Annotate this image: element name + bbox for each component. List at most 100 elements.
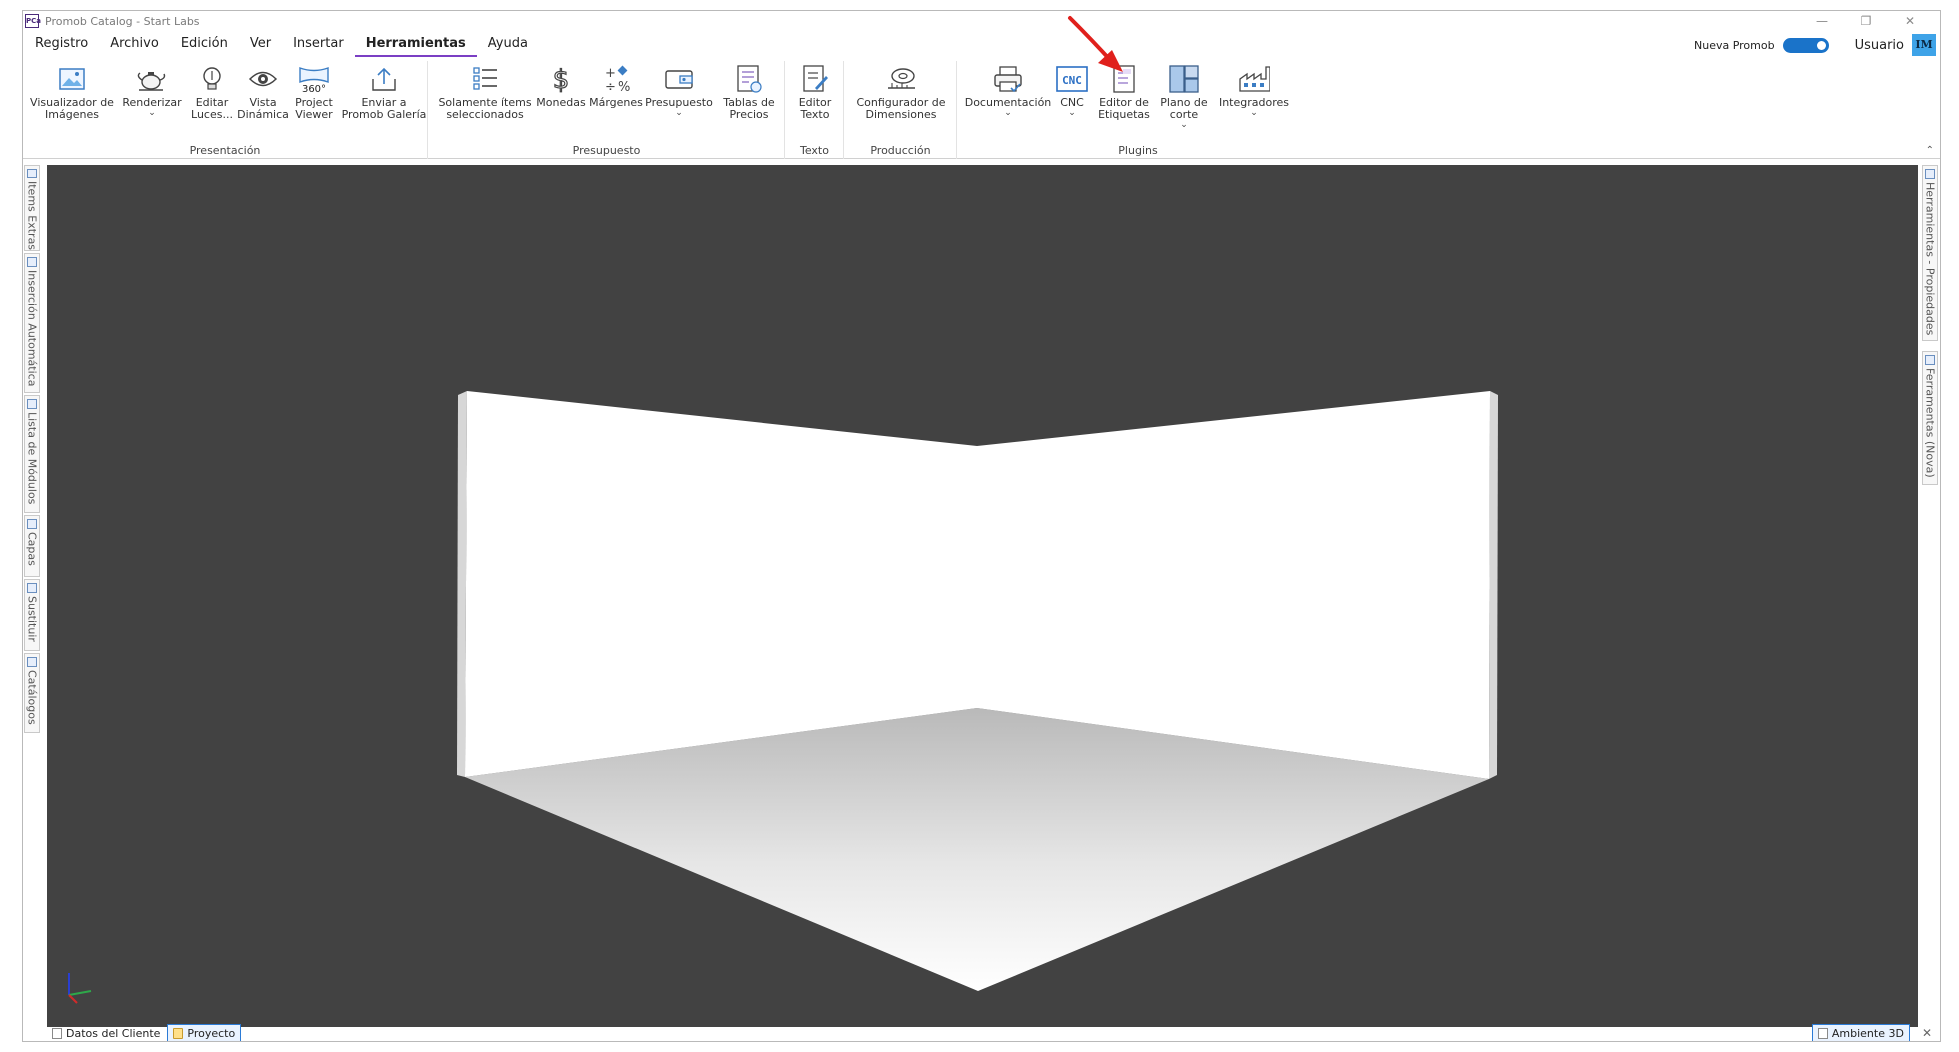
- chevron-down-icon: ⌄: [1250, 108, 1258, 118]
- svg-text:$: $: [553, 65, 570, 94]
- project-viewer-button[interactable]: 360° Project Viewer: [289, 63, 339, 121]
- presupuesto-button[interactable]: Presupuesto ⌄: [643, 63, 715, 118]
- menu-ayuda[interactable]: Ayuda: [477, 33, 539, 57]
- teapot-icon: [136, 63, 168, 95]
- close-view-button[interactable]: ✕: [1922, 1026, 1932, 1040]
- svg-text:%: %: [618, 80, 630, 94]
- tab-label: Herramientas - Propiedades: [1923, 182, 1937, 336]
- avatar[interactable]: IM: [1912, 34, 1936, 56]
- left-dock: Items Extras Inserción Automática Lista …: [23, 165, 41, 735]
- promob-app-icon: PCa: [25, 14, 41, 28]
- panorama-360-icon: 360°: [298, 63, 330, 95]
- lightbulb-icon: [196, 63, 228, 95]
- cutting-plan-icon: [1168, 63, 1200, 95]
- tab-sustituir[interactable]: Sustituir: [24, 579, 40, 651]
- editor-texto-button[interactable]: Editor Texto: [790, 63, 840, 121]
- group-presupuesto: Solamente ítems seleccionados $ Monedas …: [429, 61, 785, 159]
- upload-icon: [368, 63, 400, 95]
- label-editor-icon: [1108, 63, 1140, 95]
- monedas-button[interactable]: $ Monedas: [535, 63, 587, 109]
- tab-label: Lista de Módulos: [25, 412, 39, 505]
- factory-icon: [1238, 63, 1270, 95]
- wallet-icon: [663, 63, 695, 95]
- visualizador-imagenes-button[interactable]: Visualizador de Imágenes: [29, 63, 115, 121]
- nueva-promob-toggle[interactable]: [1782, 37, 1829, 53]
- tab-ferramentas-nova[interactable]: Ferramentas (Nova): [1922, 351, 1938, 485]
- group-label-plugins: Plugins: [1118, 144, 1158, 157]
- chevron-down-icon: ⌄: [1004, 108, 1012, 118]
- dollar-icon: $: [545, 63, 577, 95]
- ribbon-toolbar: Visualizador de Imágenes Renderizar ⌄ Ed…: [23, 61, 1940, 159]
- svg-text:÷: ÷: [605, 80, 616, 94]
- plano-corte-label: Plano de corte: [1160, 96, 1208, 121]
- 3d-scene: [68, 391, 1498, 1004]
- user-label[interactable]: Usuario: [1855, 38, 1904, 53]
- menu-edicion[interactable]: Edición: [170, 33, 239, 57]
- margenes-button[interactable]: + ÷% Márgenes: [589, 63, 643, 109]
- group-plugins: Documentación ⌄ CNC CNC ⌄ Editor de Etiq…: [958, 61, 1318, 159]
- editor-texto-label: Editor Texto: [798, 96, 832, 121]
- menu-registro[interactable]: Registro: [23, 33, 99, 57]
- documentacion-button[interactable]: Documentación ⌄: [965, 63, 1051, 118]
- text-edit-icon: [799, 63, 831, 95]
- close-button[interactable]: ✕: [1888, 11, 1932, 31]
- editor-etiquetas-button[interactable]: Editor de Etiquetas: [1094, 63, 1154, 121]
- menu-insertar[interactable]: Insertar: [282, 33, 355, 57]
- window-controls: — ❐ ✕: [1800, 11, 1932, 31]
- folder-icon: [173, 1027, 184, 1039]
- chevron-down-icon: ⌄: [1180, 120, 1188, 130]
- editar-luces-button[interactable]: Editar Luces...: [187, 63, 237, 121]
- proyecto-label: Proyecto: [187, 1026, 236, 1040]
- ambiente-3d-label: Ambiente 3D: [1831, 1026, 1904, 1040]
- document-icon: [52, 1027, 62, 1039]
- tab-datos-cliente[interactable]: Datos del Cliente: [47, 1024, 165, 1041]
- chevron-down-icon: ⌄: [148, 108, 156, 118]
- group-label-presupuesto: Presupuesto: [572, 144, 641, 157]
- tablas-precios-label: Tablas de Precios: [723, 96, 775, 121]
- tab-label: Capas: [25, 532, 39, 566]
- tablas-precios-button[interactable]: Tablas de Precios: [719, 63, 779, 121]
- minimize-button[interactable]: —: [1800, 11, 1844, 31]
- status-bar: Datos del Cliente Proyecto Ambiente 3D ✕: [23, 1023, 1940, 1041]
- tab-ambiente-3d[interactable]: Ambiente 3D: [1811, 1024, 1910, 1041]
- catalog-icon: [27, 657, 37, 667]
- tab-items-extras[interactable]: Items Extras: [24, 165, 40, 251]
- vista-dinamica-button[interactable]: Vista Dinámica: [237, 63, 289, 121]
- tab-capas[interactable]: Capas: [24, 515, 40, 577]
- editar-luces-label: Editar Luces...: [191, 96, 233, 121]
- 3d-viewport[interactable]: [47, 165, 1918, 1027]
- menu-bar: Registro Archivo Edición Ver Insertar He…: [23, 33, 1940, 57]
- tab-herramientas-propiedades[interactable]: Herramientas - Propiedades: [1922, 165, 1938, 341]
- margenes-label: Márgenes: [589, 96, 643, 109]
- tape-measure-icon: [885, 63, 917, 95]
- solamente-items-button[interactable]: Solamente ítems seleccionados: [437, 63, 533, 121]
- tab-insercion-automatica[interactable]: Inserción Automática: [24, 253, 40, 393]
- layers-icon: [27, 519, 37, 529]
- menu-archivo[interactable]: Archivo: [99, 33, 170, 57]
- renderizar-button[interactable]: Renderizar ⌄: [121, 63, 183, 118]
- tab-label: Sustituir: [25, 596, 39, 642]
- tab-label: Ferramentas (Nova): [1923, 368, 1937, 478]
- cnc-button[interactable]: CNC CNC ⌄: [1052, 63, 1092, 118]
- configurador-dimensiones-button[interactable]: Configurador de Dimensiones: [851, 63, 951, 121]
- axis-gizmo: [68, 973, 92, 1004]
- account-area: Nueva Promob Usuario IM: [1694, 33, 1936, 57]
- menu-herramientas[interactable]: Herramientas: [354, 33, 477, 57]
- restore-button[interactable]: ❐: [1844, 11, 1888, 31]
- math-operators-icon: + ÷%: [600, 63, 632, 95]
- tab-lista-modulos[interactable]: Lista de Módulos: [24, 395, 40, 513]
- group-produccion: Configurador de Dimensiones Producción: [845, 61, 957, 159]
- enviar-galeria-button[interactable]: Enviar a Promob Galería: [341, 63, 427, 121]
- integradores-button[interactable]: Integradores ⌄: [1218, 63, 1290, 118]
- chevron-down-icon: ⌄: [1068, 108, 1076, 118]
- svg-text:+: +: [605, 66, 616, 81]
- image-viewer-icon: [56, 63, 88, 95]
- plano-corte-button[interactable]: Plano de corte ⌄: [1156, 63, 1212, 130]
- collapse-ribbon-button[interactable]: ⌃: [1926, 145, 1934, 156]
- tab-proyecto[interactable]: Proyecto: [167, 1024, 242, 1041]
- tools-icon: [1925, 169, 1935, 179]
- tab-catalogos[interactable]: Catálogos: [24, 653, 40, 733]
- enviar-galeria-label: Enviar a Promob Galería: [341, 96, 427, 121]
- menu-ver[interactable]: Ver: [239, 33, 282, 57]
- swap-icon: [27, 583, 37, 593]
